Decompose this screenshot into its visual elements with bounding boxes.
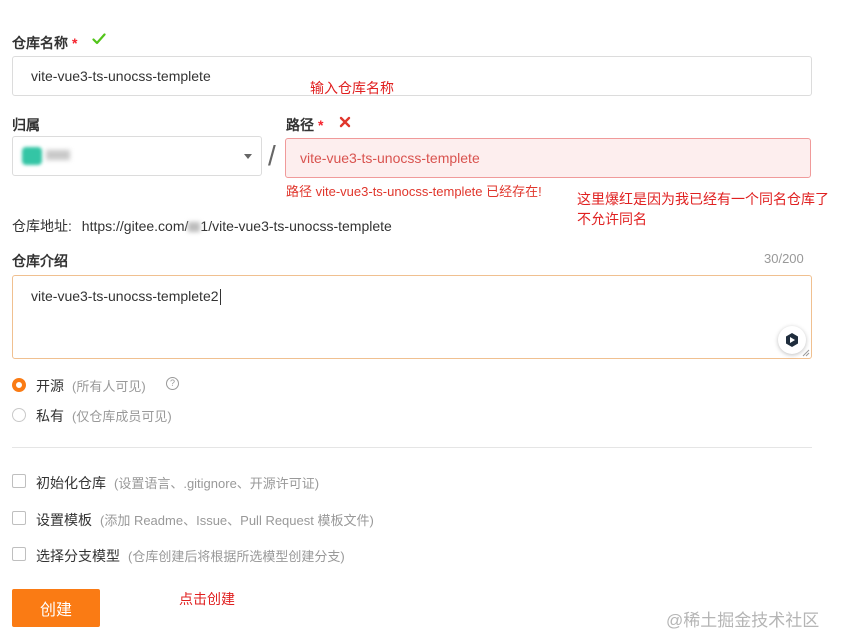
init-repo-text: 初始化仓库 — [36, 475, 106, 491]
repo-name-input[interactable]: vite-vue3-ts-unocss-templete — [12, 56, 812, 96]
repo-name-value: vite-vue3-ts-unocss-templete — [31, 68, 211, 84]
repo-name-label-text: 仓库名称 — [12, 35, 68, 51]
visibility-private-radio[interactable] — [12, 408, 26, 422]
description-counter: 30/200 — [764, 251, 804, 266]
required-mark: * — [72, 35, 78, 51]
branch-model-text: 选择分支模型 — [36, 548, 120, 564]
visibility-public-label: 开源 (所有人可见) — [36, 376, 146, 396]
assistant-glyph-icon — [786, 333, 798, 347]
description-label: 仓库介绍 — [12, 253, 68, 269]
chevron-down-icon[interactable] — [244, 154, 252, 159]
visibility-public-radio[interactable] — [12, 378, 26, 392]
required-mark: * — [318, 117, 324, 133]
init-repo-hint: (设置语言、.gitignore、开源许可证) — [114, 476, 320, 491]
watermark: @稀土掘金技术社区 — [666, 611, 820, 630]
visibility-private-hint: (仅仓库成员可见) — [72, 409, 172, 424]
init-repo-label: 初始化仓库 (设置语言、.gitignore、开源许可证) — [36, 473, 319, 493]
path-value: vite-vue3-ts-unocss-templete — [300, 150, 480, 166]
repo-name-label: 仓库名称 * — [12, 33, 77, 53]
error-x-icon — [339, 116, 351, 128]
path-label: 路径 * — [286, 115, 323, 135]
repo-url-masked — [188, 222, 201, 233]
visibility-private-text: 私有 — [36, 408, 64, 424]
init-repo-checkbox[interactable] — [12, 474, 26, 488]
path-separator: / — [268, 140, 276, 171]
create-button[interactable]: 创建 — [12, 589, 100, 627]
owner-avatar — [22, 147, 42, 165]
annotation-input-name: 输入仓库名称 — [310, 80, 394, 96]
create-repo-page: 仓库名称 * vite-vue3-ts-unocss-templete 输入仓库名… — [0, 0, 860, 635]
visibility-private-label: 私有 (仅仓库成员可见) — [36, 406, 172, 426]
branch-model-checkbox[interactable] — [12, 547, 26, 561]
repo-url-suffix: /vite-vue3-ts-unocss-templete — [208, 218, 392, 234]
annotation-click-create: 点击创建 — [179, 591, 235, 607]
branch-model-hint: (仓库创建后将根据所选模型创建分支) — [128, 549, 345, 564]
path-error-message: 路径 vite-vue3-ts-unocss-templete 已经存在! — [286, 184, 542, 199]
path-input[interactable]: vite-vue3-ts-unocss-templete — [285, 138, 811, 178]
repo-url-label: 仓库地址: — [12, 218, 72, 234]
description-value: vite-vue3-ts-unocss-templete2 — [31, 288, 219, 304]
annotation-error-line1: 这里爆红是因为我已经有一个同名仓库了 — [577, 191, 829, 207]
template-label: 设置模板 (添加 Readme、Issue、Pull Request 模板文件) — [36, 510, 374, 530]
template-text: 设置模板 — [36, 512, 92, 528]
owner-label: 归属 — [12, 117, 40, 133]
branch-model-label: 选择分支模型 (仓库创建后将根据所选模型创建分支) — [36, 546, 345, 566]
repo-url-prefix: https://gitee.com/ — [81, 218, 189, 234]
template-hint: (添加 Readme、Issue、Pull Request 模板文件) — [100, 513, 374, 528]
template-checkbox[interactable] — [12, 511, 26, 525]
annotation-error-line2: 不允许同名 — [577, 211, 647, 227]
visibility-public-hint: (所有人可见) — [72, 379, 146, 394]
section-divider — [12, 447, 812, 448]
check-icon — [92, 33, 106, 45]
resize-grip-icon[interactable] — [802, 349, 810, 357]
owner-name-masked — [46, 150, 70, 160]
description-textarea[interactable]: vite-vue3-ts-unocss-templete2 — [12, 275, 812, 359]
path-label-text: 路径 — [286, 117, 314, 133]
repo-url-line: 仓库地址: https://gitee.com/1/vite-vue3-ts-u… — [12, 216, 392, 236]
visibility-public-text: 开源 — [36, 378, 64, 394]
help-icon[interactable]: ? — [166, 377, 179, 390]
text-cursor — [219, 289, 221, 306]
